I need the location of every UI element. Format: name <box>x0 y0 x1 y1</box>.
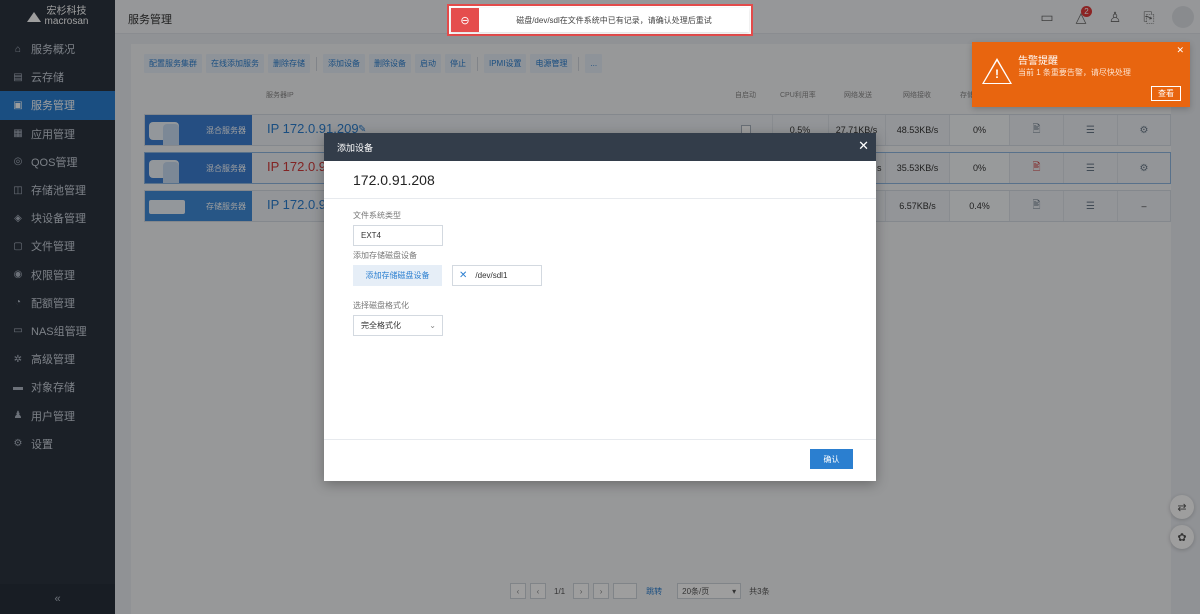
add-device-dialog: 添加设备 ✕ 172.0.91.208 文件系统类型 EXT4 添加存储磁盘设备… <box>324 133 876 481</box>
confirm-button[interactable]: 确认 <box>810 449 853 469</box>
dialog-footer: 确认 <box>324 439 876 481</box>
dialog-subtitle: 172.0.91.208 <box>324 161 876 199</box>
add-disk-button[interactable]: 添加存储磁盘设备 <box>353 265 442 286</box>
alarm-message: 当前 1 条重要告警，请尽快处理 <box>1018 68 1131 77</box>
dialog-header: 添加设备 ✕ <box>324 133 876 161</box>
error-toast: ⊖ 磁盘/dev/sdl在文件系统中已有记录，请确认处理后重试 <box>447 4 753 36</box>
fs-type-field[interactable]: EXT4 <box>353 225 443 246</box>
dialog-title: 添加设备 <box>337 142 374 153</box>
fs-type-label: 文件系统类型 <box>353 211 401 220</box>
remove-device-icon[interactable]: ✕ <box>459 270 467 281</box>
format-select-value: 完全格式化 <box>361 321 401 330</box>
format-select[interactable]: 完全格式化 ⌄ <box>353 315 443 336</box>
view-alarm-button[interactable]: 查看 <box>1151 86 1181 101</box>
error-message: 磁盘/dev/sdl在文件系统中已有记录，请确认处理后重试 <box>516 15 712 25</box>
close-icon[interactable]: ✕ <box>1176 45 1184 56</box>
device-tag: ✕ /dev/sdl1 <box>452 265 542 286</box>
app-root: 宏杉科技 macrosan ⌂ 服务概况 ▤ 云存储 ▣ 服务管理 ▦ 应用管理 ◎ QOS管理 ◫… <box>0 0 1200 614</box>
add-disk-label: 添加存储磁盘设备 <box>353 251 417 260</box>
close-icon[interactable]: ✕ <box>858 138 869 154</box>
format-label: 选择磁盘格式化 <box>353 301 409 310</box>
alarm-popup: ! 告警提醒 当前 1 条重要告警，请尽快处理 ✕ 查看 <box>972 42 1190 107</box>
alarm-title: 告警提醒 <box>1018 56 1058 67</box>
chevron-down-icon: ⌄ <box>429 321 436 330</box>
device-name: /dev/sdl1 <box>475 271 508 280</box>
error-icon: ⊖ <box>451 8 479 32</box>
